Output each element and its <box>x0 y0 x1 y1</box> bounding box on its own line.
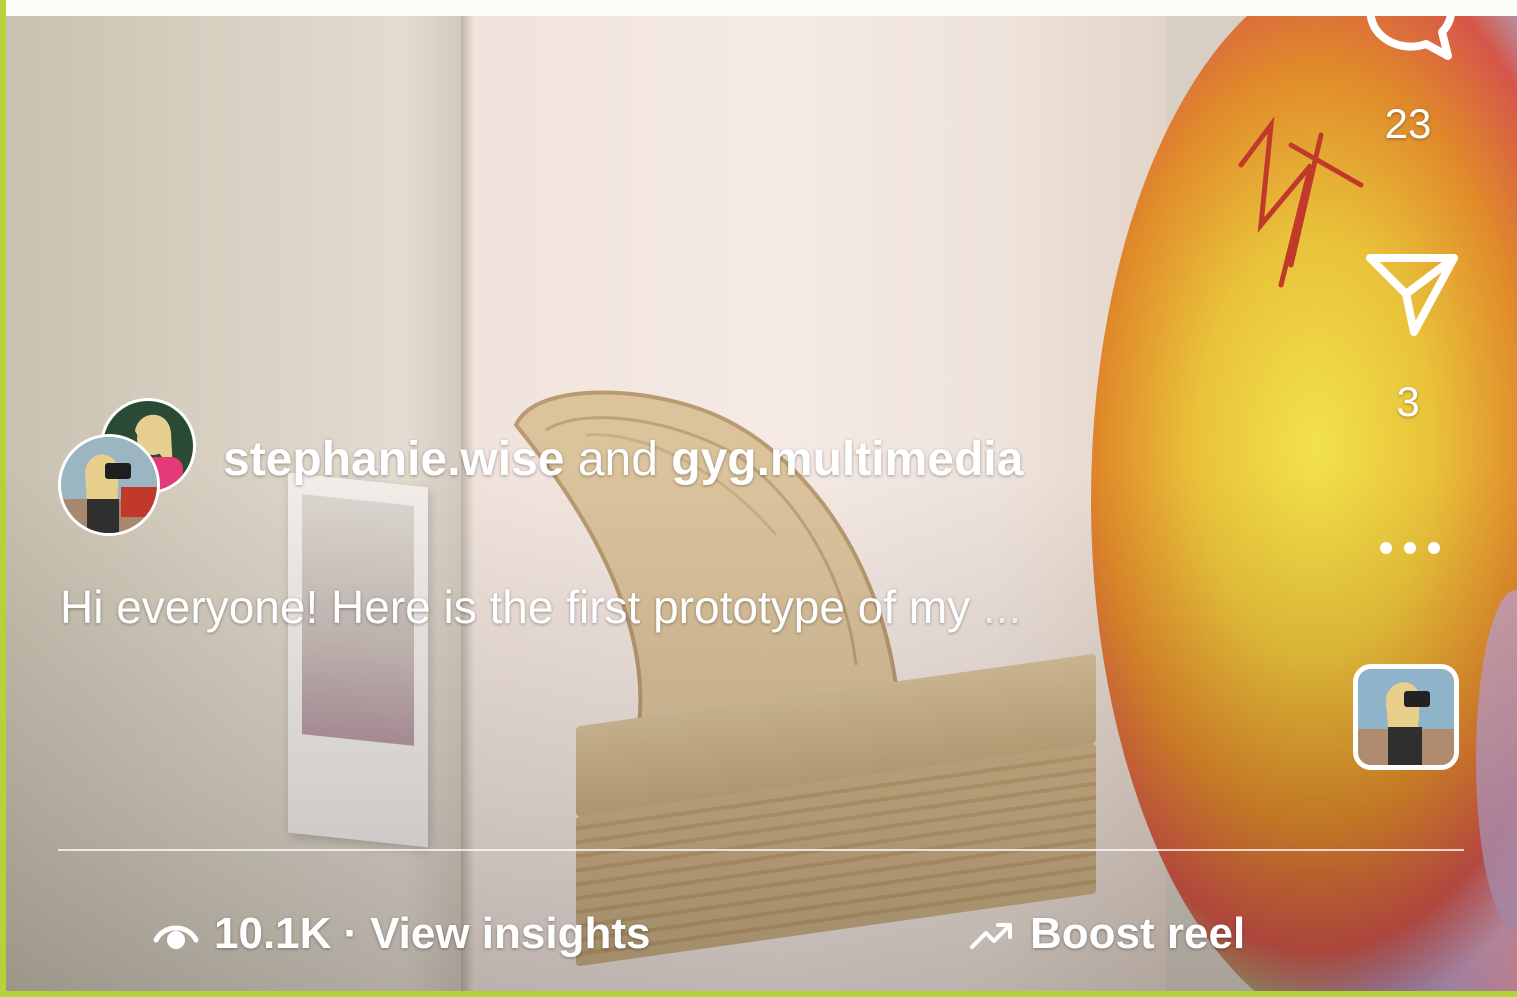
eye-icon <box>153 925 199 949</box>
avatar-image <box>61 437 157 533</box>
boost-reel-label: Boost reel <box>1030 909 1246 958</box>
view-insights-label: View insights <box>370 909 651 958</box>
top-bar <box>6 0 1517 16</box>
post-caption[interactable]: Hi everyone! Here is the first prototype… <box>60 580 1021 634</box>
author-primary-link[interactable]: stephanie.wise <box>223 433 564 486</box>
footer-divider <box>58 849 1464 851</box>
caption-text: Hi everyone! Here is the first prototype… <box>60 581 971 633</box>
caption-more[interactable]: ... <box>983 581 1021 633</box>
author-secondary-link[interactable]: gyg.multimedia <box>671 433 1023 486</box>
trending-up-icon <box>970 923 1012 949</box>
audio-thumbnail[interactable] <box>1353 664 1459 770</box>
collab-avatars[interactable] <box>58 398 198 538</box>
audio-thumbnail-image <box>1358 669 1454 765</box>
author-connector: and <box>577 433 658 486</box>
reel-video[interactable] <box>6 0 1517 991</box>
comment-count: 23 <box>1384 100 1432 147</box>
view-insights-button[interactable]: 10.1K · View insights <box>152 906 650 962</box>
paper-plane-icon[interactable] <box>1364 250 1460 338</box>
footer-separator: · <box>343 909 359 958</box>
more-dots-icon[interactable] <box>1380 536 1440 560</box>
view-count: 10.1K <box>214 909 332 958</box>
share-count: 3 <box>1396 378 1420 425</box>
author-line: stephanie.wise and gyg.multimedia <box>223 432 1023 487</box>
avatar-gyg-multimedia[interactable] <box>58 434 160 536</box>
reel-viewer: 23 3 stephanie.wise and gyg.multimedia H… <box>6 0 1517 991</box>
boost-reel-button[interactable]: Boost reel <box>968 906 1245 962</box>
